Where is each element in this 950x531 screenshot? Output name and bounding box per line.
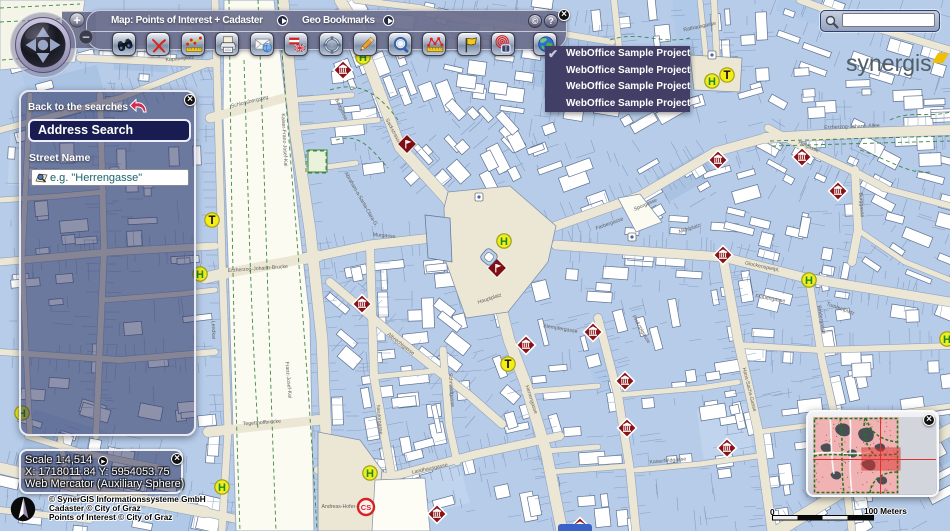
svg-text:+: + (73, 13, 81, 28)
svg-text:−: − (82, 30, 90, 45)
svg-text:Lendkai: Lendkai (210, 321, 217, 339)
